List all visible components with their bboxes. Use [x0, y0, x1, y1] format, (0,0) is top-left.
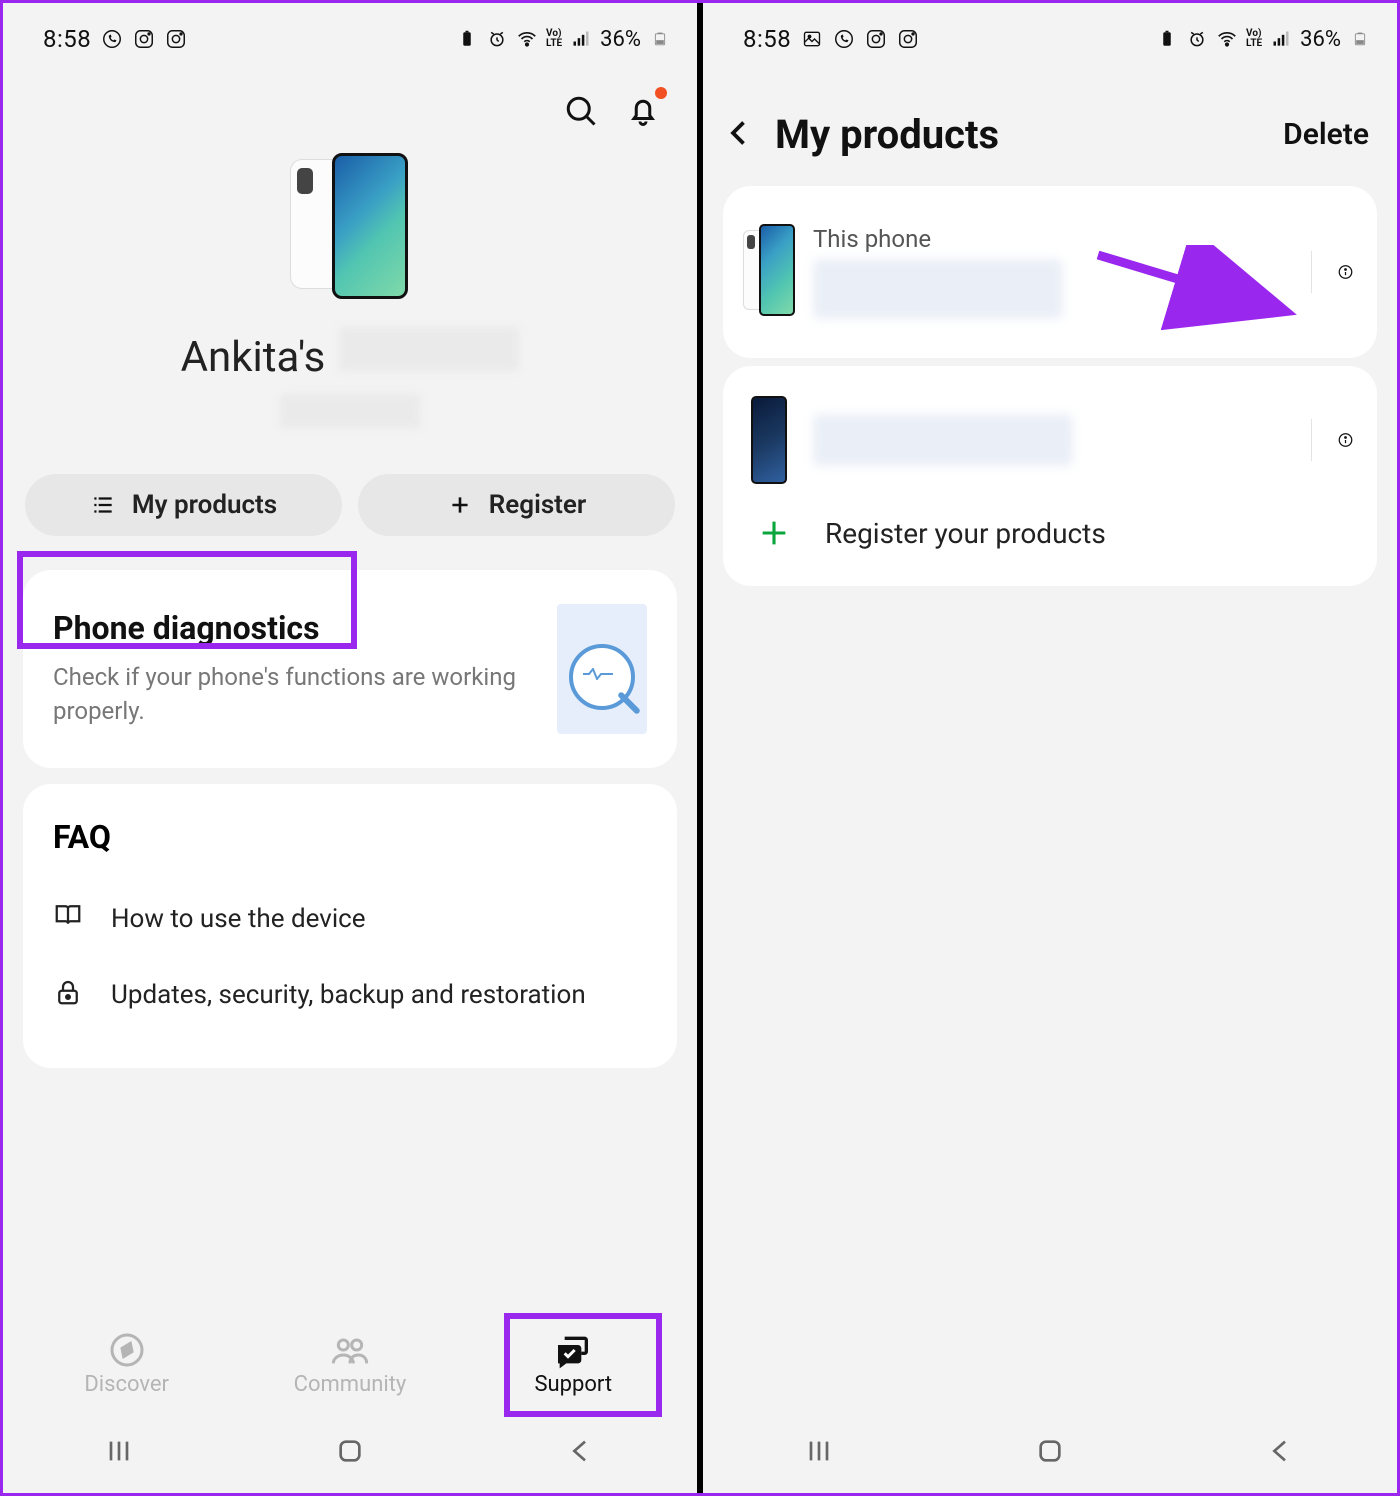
screen-my-products: 8:58 Vo)LTE — [703, 3, 1397, 1493]
faq-item-how-to-use[interactable]: How to use the device — [53, 880, 647, 957]
battery-icon — [649, 28, 671, 50]
register-button[interactable]: Register — [358, 474, 675, 536]
diagnostics-icon — [557, 604, 647, 734]
my-products-button[interactable]: My products — [25, 474, 342, 536]
this-phone-label: This phone — [813, 225, 1293, 253]
device-thumbnail — [743, 224, 795, 320]
gallery-icon — [801, 28, 823, 50]
register-products-label: Register your products — [825, 517, 1106, 550]
register-label: Register — [489, 490, 587, 520]
status-time: 8:58 — [743, 25, 791, 53]
this-phone-card[interactable]: This phone — [723, 186, 1377, 358]
diagnostics-title: Phone diagnostics — [53, 609, 537, 647]
instagram-outline-icon — [865, 28, 887, 50]
instagram-icon — [165, 28, 187, 50]
volte-icon: Vo)LTE — [546, 29, 562, 49]
screen-support: 8:58 Vo)LTE 36% — [3, 3, 697, 1493]
battery-saver-icon — [456, 28, 478, 50]
back-button[interactable] — [1265, 1435, 1297, 1471]
recents-button[interactable] — [803, 1435, 835, 1471]
wifi-icon — [516, 28, 538, 50]
device-name-redacted — [813, 259, 1063, 319]
wifi-icon — [1216, 28, 1238, 50]
my-products-label: My products — [132, 490, 277, 520]
volte-icon: Vo)LTE — [1246, 29, 1262, 49]
nav-community[interactable]: Community — [275, 1326, 425, 1401]
book-icon — [53, 900, 85, 937]
whatsapp-icon — [833, 28, 855, 50]
faq-item-label: How to use the device — [111, 904, 366, 934]
lock-icon — [53, 977, 85, 1014]
android-nav-bar — [3, 1413, 697, 1493]
nav-label: Community — [294, 1372, 407, 1397]
register-your-products[interactable]: Register your products — [743, 496, 1353, 560]
back-button[interactable] — [565, 1435, 597, 1471]
nav-label: Discover — [84, 1372, 169, 1397]
status-bar: 8:58 Vo)LTE 36% — [3, 3, 697, 63]
notification-dot — [655, 87, 667, 99]
battery-percent: 36% — [600, 27, 641, 52]
faq-item-updates-security[interactable]: Updates, security, backup and restoratio… — [53, 957, 647, 1034]
faq-card: FAQ How to use the device Updates, secur… — [23, 784, 677, 1068]
bottom-nav: Discover Community Support — [3, 1318, 697, 1413]
alarm-icon — [486, 28, 508, 50]
battery-percent: 36% — [1300, 27, 1341, 52]
info-button[interactable] — [1311, 251, 1353, 293]
nav-support[interactable]: Support — [498, 1326, 648, 1401]
instagram-icon — [897, 28, 919, 50]
delete-button[interactable]: Delete — [1283, 117, 1369, 152]
instagram-outline-icon — [133, 28, 155, 50]
info-button[interactable] — [1311, 419, 1353, 461]
recents-button[interactable] — [103, 1435, 135, 1471]
faq-title: FAQ — [53, 818, 647, 856]
home-button[interactable] — [1034, 1435, 1066, 1471]
phone-diagnostics-card[interactable]: Phone diagnostics Check if your phone's … — [23, 570, 677, 768]
diagnostics-subtitle: Check if your phone's functions are work… — [53, 661, 537, 728]
battery-saver-icon — [1156, 28, 1178, 50]
nav-label: Support — [534, 1372, 612, 1397]
android-nav-bar — [703, 1413, 1397, 1493]
page-title: My products — [775, 111, 999, 158]
status-bar: 8:58 Vo)LTE — [703, 3, 1397, 63]
alarm-icon — [1186, 28, 1208, 50]
whatsapp-icon — [101, 28, 123, 50]
device-owner-name: Ankita's — [3, 327, 697, 382]
home-button[interactable] — [334, 1435, 366, 1471]
nav-discover[interactable]: Discover — [52, 1326, 202, 1401]
status-time: 8:58 — [43, 25, 91, 53]
other-products-card: Register your products — [723, 366, 1377, 586]
product-row[interactable] — [743, 384, 1353, 496]
device-hero-image — [3, 153, 697, 303]
battery-icon — [1349, 28, 1371, 50]
signal-icon — [570, 28, 592, 50]
device-thumbnail — [751, 396, 787, 484]
back-icon[interactable] — [721, 115, 757, 155]
faq-item-label: Updates, security, backup and restoratio… — [111, 978, 586, 1013]
notifications-icon[interactable] — [625, 93, 661, 133]
device-name-redacted — [813, 414, 1073, 466]
signal-icon — [1270, 28, 1292, 50]
search-icon[interactable] — [563, 93, 599, 133]
